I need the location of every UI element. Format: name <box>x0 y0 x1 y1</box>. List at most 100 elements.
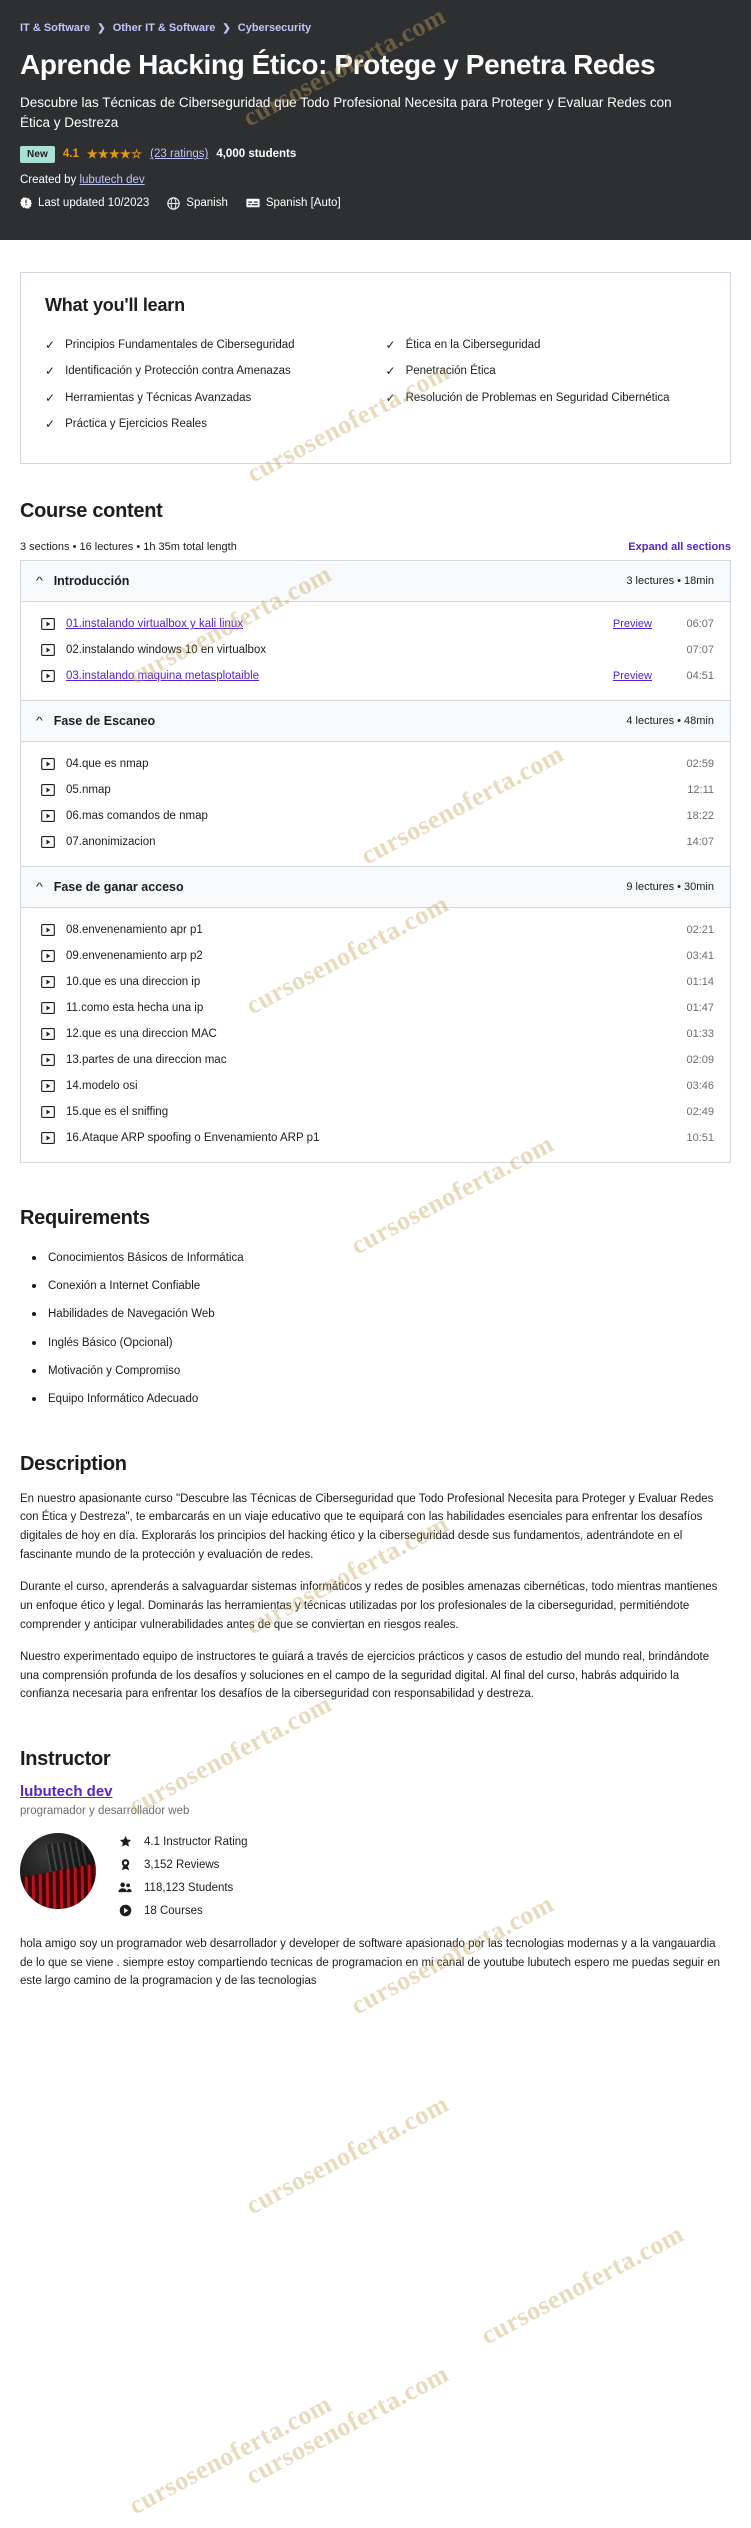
breadcrumb: IT & Software ❯ Other IT & Software ❯ Cy… <box>20 22 731 34</box>
lecture-row[interactable]: 02.instalando windows 10 en virtualbox 0… <box>21 637 730 663</box>
accordion-section-meta: 3 lectures • 18min <box>626 575 714 588</box>
lecture-duration: 02:09 <box>686 1054 714 1067</box>
what-you-will-learn-grid: ✓ Principios Fundamentales de Ciberseguri… <box>45 332 706 437</box>
lecture-duration: 01:47 <box>686 1002 714 1015</box>
breadcrumb-item-0[interactable]: IT & Software <box>20 22 90 34</box>
lecture-title: 13.partes de una direccion mac <box>66 1054 227 1067</box>
requirement-label: Equipo Informático Adecuado <box>48 1392 199 1405</box>
lecture-row[interactable]: 11.como esta hecha una ip 01:47 <box>21 995 730 1021</box>
lecture-row[interactable]: 15.que es el sniffing 02:49 <box>21 1099 730 1125</box>
list-item: Equipo Informático Adecuado <box>20 1385 731 1413</box>
video-icon <box>41 1053 55 1067</box>
lecture-title: 10.que es una direccion ip <box>66 976 201 989</box>
video-icon <box>41 949 55 963</box>
expand-all-sections-button[interactable]: Expand all sections <box>628 541 731 553</box>
students-count: 4,000 students <box>216 148 297 161</box>
chevron-up-icon: ^ <box>35 575 43 587</box>
watermark-text: cursosenoferta.com <box>124 2388 337 2521</box>
lecture-row[interactable]: 03.instalando maquina metasplotaible Pre… <box>21 663 730 689</box>
accordion-section-body: 08.envenenamiento apr p1 02:21 09.envene… <box>21 908 730 1163</box>
instructor-stat: 3,152 Reviews <box>118 1858 248 1871</box>
lecture-title: 04.que es nmap <box>66 758 149 771</box>
lecture-duration: 01:14 <box>686 976 714 989</box>
description-paragraph: Nuestro experimentado equipo de instruct… <box>20 1651 710 1701</box>
last-updated-label: Last updated 10/2023 <box>38 197 150 210</box>
video-icon <box>41 1079 55 1093</box>
lecture-duration: 02:49 <box>686 1106 714 1119</box>
status-badge: New <box>20 145 55 163</box>
instructor-bio-text: hola amigo soy un programador web desarr… <box>20 1938 721 1988</box>
warning-circle-icon <box>20 197 32 210</box>
accordion-section-header[interactable]: ^ Introducción 3 lectures • 18min <box>21 561 730 603</box>
lecture-row[interactable]: 06.mas comandos de nmap 18:22 <box>21 803 730 829</box>
lecture-row[interactable]: 12.que es una direccion MAC 01:33 <box>21 1021 730 1047</box>
lecture-row[interactable]: 01.instalando virtualbox y kali linux Pr… <box>21 611 730 637</box>
check-icon: ✓ <box>385 390 396 405</box>
video-icon <box>41 669 55 683</box>
lecture-duration: 07:07 <box>686 644 714 657</box>
learn-item: ✓ Penetración Ética <box>386 358 707 384</box>
award-icon <box>118 1858 132 1871</box>
ratings-count-link[interactable]: (23 ratings) <box>150 148 208 160</box>
lecture-duration: 06:07 <box>686 618 714 631</box>
course-meta-row: Last updated 10/2023 Spanish Spanish [Au… <box>20 197 731 210</box>
learn-item-label: Resolución de Problemas en Seguridad Cib… <box>405 391 670 404</box>
chevron-up-icon: ^ <box>35 881 43 893</box>
author-link[interactable]: lubutech dev <box>79 174 144 186</box>
check-icon: ✓ <box>385 337 396 352</box>
lecture-title: 14.modelo osi <box>66 1080 138 1093</box>
lecture-duration: 01:33 <box>686 1028 714 1041</box>
lecture-row[interactable]: 16.Ataque ARP spoofing o Envenamiento AR… <box>21 1125 730 1151</box>
course-hero: IT & Software ❯ Other IT & Software ❯ Cy… <box>0 0 751 240</box>
accordion-section-body: 04.que es nmap 02:59 05.nmap 12:11 06.ma… <box>21 742 730 867</box>
list-item: Inglés Básico (Opcional) <box>20 1329 731 1357</box>
lecture-duration: 18:22 <box>686 810 714 823</box>
instructor-stat-label: 18 Courses <box>144 1904 203 1917</box>
lecture-row[interactable]: 14.modelo osi 03:46 <box>21 1073 730 1099</box>
lecture-title[interactable]: 01.instalando virtualbox y kali linux <box>66 618 613 630</box>
accordion-section-meta: 9 lectures • 30min <box>626 881 714 894</box>
video-icon <box>41 809 55 823</box>
video-icon <box>41 1131 55 1145</box>
lecture-row[interactable]: 07.anonimizacion 14:07 <box>21 829 730 855</box>
lecture-title: 05.nmap <box>66 784 111 797</box>
accordion-section-title: Fase de Escaneo <box>53 714 156 729</box>
instructor-stat-label: 118,123 Students <box>144 1881 234 1894</box>
learn-item-label: Principios Fundamentales de Cibersegurid… <box>65 338 295 351</box>
accordion-section-header[interactable]: ^ Fase de ganar acceso 9 lectures • 30mi… <box>21 867 730 909</box>
lecture-title: 16.Ataque ARP spoofing o Envenamiento AR… <box>66 1132 320 1145</box>
lecture-row[interactable]: 05.nmap 12:11 <box>21 777 730 803</box>
video-icon <box>41 923 55 937</box>
description-paragraph: Durante el curso, aprenderás a salvaguar… <box>20 1581 718 1631</box>
preview-link[interactable]: Preview <box>613 670 652 682</box>
lecture-title: 15.que es el sniffing <box>66 1106 169 1119</box>
lecture-row[interactable]: 04.que es nmap 02:59 <box>21 751 730 777</box>
course-subtitle: Descubre las Técnicas de Ciberseguridad … <box>20 95 672 130</box>
video-icon <box>41 617 55 631</box>
video-icon <box>41 975 55 989</box>
lecture-duration: 03:41 <box>686 950 714 963</box>
instructor-name-link[interactable]: lubutech dev <box>20 1783 113 1800</box>
lecture-row[interactable]: 13.partes de una direccion mac 02:09 <box>21 1047 730 1073</box>
accordion-section-body: 01.instalando virtualbox y kali linux Pr… <box>21 602 730 701</box>
learn-item: ✓ Principios Fundamentales de Ciberseguri… <box>45 332 366 358</box>
lecture-title[interactable]: 03.instalando maquina metasplotaible <box>66 670 613 682</box>
lecture-row[interactable]: 08.envenenamiento apr p1 02:21 <box>21 917 730 943</box>
lecture-title: 07.anonimizacion <box>66 836 156 849</box>
closed-captions-icon <box>246 197 260 209</box>
lecture-title: 09.envenenamiento arp p2 <box>66 950 203 963</box>
preview-link[interactable]: Preview <box>613 618 652 630</box>
lecture-row[interactable]: 09.envenenamiento arp p2 03:41 <box>21 943 730 969</box>
star-icon <box>118 1835 132 1848</box>
avatar[interactable] <box>20 1833 96 1910</box>
accordion-section-header[interactable]: ^ Fase de Escaneo 4 lectures • 48min <box>21 701 730 743</box>
breadcrumb-item-2[interactable]: Cybersecurity <box>238 22 311 34</box>
video-icon <box>41 757 55 771</box>
lecture-row[interactable]: 10.que es una direccion ip 01:14 <box>21 969 730 995</box>
course-content-title: Course content <box>20 500 163 523</box>
lecture-duration: 12:11 <box>687 784 714 797</box>
chevron-up-icon: ^ <box>35 715 43 727</box>
watermark-text: cursosenoferta.com <box>241 2088 454 2221</box>
breadcrumb-item-1[interactable]: Other IT & Software <box>113 22 216 34</box>
list-item: Conocimientos Básicos de Informática <box>20 1244 731 1272</box>
